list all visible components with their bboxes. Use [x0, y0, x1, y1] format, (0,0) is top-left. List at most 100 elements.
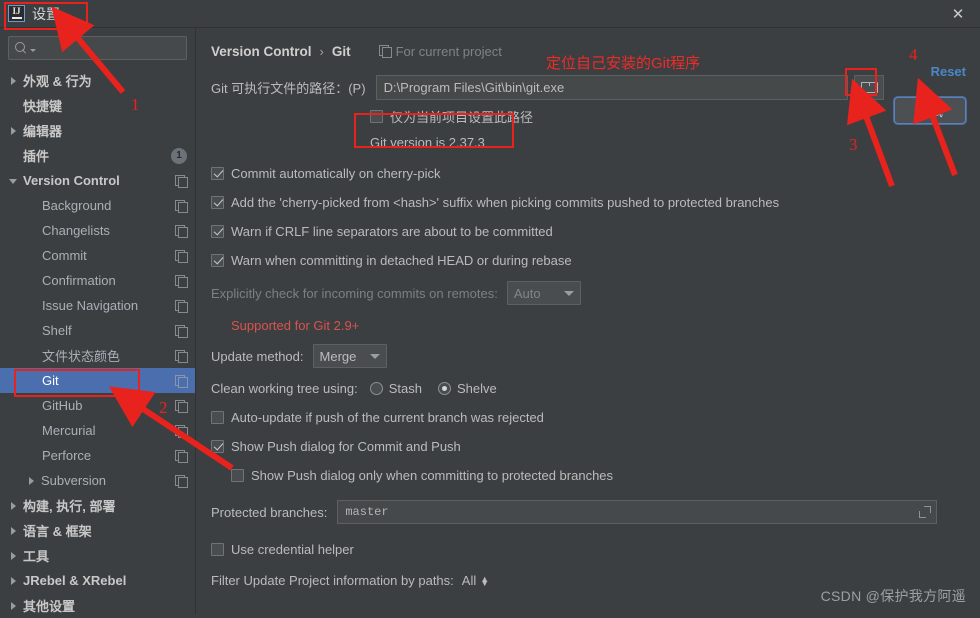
filter-paths-selector[interactable]: All ▲ ▼: [462, 573, 489, 588]
breadcrumb-root[interactable]: Version Control: [211, 44, 312, 59]
sidebar-item-languages-frameworks[interactable]: 语言 & 框架: [0, 518, 195, 543]
project-only-label: 仅为当前项目设置此路径: [390, 110, 534, 125]
explicit-check-dropdown[interactable]: Auto: [506, 281, 581, 305]
sidebar-item-commit[interactable]: Commit: [0, 243, 195, 268]
sidebar-item-label: 语言 & 框架: [23, 524, 92, 539]
checkbox-add-cherry-picked-suffix[interactable]: Add the 'cherry-picked from <hash>' suff…: [211, 191, 966, 213]
sidebar-item-label: JRebel & XRebel: [23, 573, 127, 588]
sidebar-item-issue-navigation[interactable]: Issue Navigation: [0, 293, 195, 318]
checkbox-input[interactable]: [211, 195, 224, 209]
radio-shelve[interactable]: [437, 382, 451, 395]
git-path-input[interactable]: D:\Program Files\Git\bin\git.exe: [375, 75, 848, 100]
chevron-right-icon[interactable]: [8, 500, 20, 512]
expand-icon[interactable]: [919, 506, 932, 518]
annotation-number-2: 2: [159, 398, 168, 417]
sidebar-item-changelists[interactable]: Changelists: [0, 218, 195, 243]
sidebar-item-label: GitHub: [42, 398, 83, 413]
chevron-right-icon[interactable]: [26, 475, 38, 487]
folder-icon: [861, 82, 879, 93]
checkbox-show-push-dialog-protected[interactable]: Show Push dialog only when committing to…: [231, 464, 966, 486]
reset-link[interactable]: Reset: [931, 64, 966, 79]
chevron-down-icon[interactable]: [8, 175, 20, 187]
sidebar-item-label: Commit: [42, 248, 87, 263]
checkbox-warn-detached-head[interactable]: Warn when committing in detached HEAD or…: [211, 249, 966, 271]
sidebar-item-file-status-colors[interactable]: 文件状态颜色: [0, 343, 195, 368]
copy-icon: [175, 199, 188, 213]
chevron-right-icon[interactable]: [8, 75, 20, 87]
browse-folder-button[interactable]: [853, 75, 884, 100]
sidebar-item-mercurial[interactable]: Mercurial: [0, 418, 195, 443]
sidebar-item-appearance[interactable]: 外观 & 行为: [0, 68, 195, 93]
annotation-number-4: 4: [909, 45, 918, 64]
sidebar-item-build-execution-deployment[interactable]: 构建, 执行, 部署: [0, 493, 195, 518]
copy-icon: [175, 374, 188, 388]
sidebar-item-subversion[interactable]: Subversion: [0, 468, 195, 493]
checkbox-input[interactable]: [211, 439, 224, 453]
radio-stash-label: Stash: [388, 381, 422, 396]
for-current-project-text: For current project: [395, 43, 502, 59]
checkbox-warn-crlf[interactable]: Warn if CRLF line separators are about t…: [211, 220, 966, 242]
sidebar-item-version-control[interactable]: Version Control: [0, 168, 195, 193]
settings-sidebar: 外观 & 行为 快捷键 编辑器 插件 1 Version Control Bac…: [0, 28, 196, 614]
copy-icon: [175, 324, 188, 338]
checkbox-use-credential-helper[interactable]: Use credential helper: [211, 538, 966, 560]
protected-branches-row: Protected branches: master: [211, 500, 966, 524]
checkbox-label: Commit automatically on cherry-pick: [231, 165, 441, 181]
checkbox-auto-update-push-rejected[interactable]: Auto-update if push of the current branc…: [211, 406, 966, 428]
checkbox-commit-automatically[interactable]: Commit automatically on cherry-pick: [211, 162, 966, 184]
copy-icon: [175, 299, 188, 313]
sidebar-item-perforce[interactable]: Perforce: [0, 443, 195, 468]
project-only-checkbox[interactable]: [370, 110, 383, 123]
chevron-right-icon[interactable]: [8, 125, 20, 137]
chevron-right-icon[interactable]: [8, 525, 20, 537]
sidebar-item-label: 工具: [23, 549, 50, 564]
checkbox-label: Show Push dialog only when committing to…: [251, 467, 614, 483]
protected-branches-label: Protected branches:: [211, 504, 328, 520]
chevron-right-icon[interactable]: [8, 600, 20, 612]
search-icon: [15, 41, 28, 55]
project-only-checkbox-row[interactable]: 仅为当前项目设置此路径: [370, 107, 966, 126]
for-current-project-label: For current project: [378, 43, 502, 59]
sidebar-item-tools[interactable]: 工具: [0, 543, 195, 568]
radio-shelve-label: Shelve: [456, 381, 497, 396]
sidebar-item-confirmation[interactable]: Confirmation: [0, 268, 195, 293]
sidebar-item-label: 构建, 执行, 部署: [23, 499, 116, 514]
checkbox-input[interactable]: [231, 468, 244, 482]
sidebar-item-other-settings[interactable]: 其他设置: [0, 593, 195, 618]
checkbox-input[interactable]: [211, 253, 224, 267]
checkbox-input[interactable]: [211, 224, 224, 238]
git-path-row: Git 可执行文件的路径：(P) D:\Program Files\Git\bi…: [211, 75, 966, 100]
sidebar-item-label: Subversion: [41, 473, 107, 488]
clean-working-tree-row: Clean working tree using: Stash Shelve: [211, 381, 966, 396]
search-input[interactable]: [8, 36, 187, 60]
sidebar-item-shelf[interactable]: Shelf: [0, 318, 195, 343]
breadcrumb-separator: ›: [319, 43, 324, 59]
breadcrumb-current: Git: [331, 43, 351, 59]
chevron-right-icon[interactable]: [8, 575, 20, 587]
sidebar-item-label: Issue Navigation: [42, 298, 139, 313]
update-method-dropdown[interactable]: Merge: [312, 344, 387, 368]
sidebar-item-label: 文件状态颜色: [42, 349, 121, 364]
chevron-down-icon: [369, 353, 380, 359]
checkbox-input[interactable]: [211, 542, 224, 556]
test-button[interactable]: 测试: [894, 97, 966, 124]
close-icon[interactable]: ✕: [948, 4, 968, 24]
chevron-right-icon[interactable]: [8, 550, 20, 562]
radio-stash[interactable]: [369, 382, 383, 395]
sidebar-item-plugins[interactable]: 插件 1: [0, 143, 195, 168]
supported-git-note: Supported for Git 2.9+: [231, 318, 360, 333]
protected-branches-input[interactable]: master: [337, 500, 938, 524]
checkbox-label: Warn when committing in detached HEAD or…: [231, 252, 572, 268]
sidebar-item-jrebel-xrebel[interactable]: JRebel & XRebel: [0, 568, 195, 593]
copy-icon: [175, 224, 188, 238]
sidebar-item-git[interactable]: Git: [0, 368, 195, 393]
checkbox-input[interactable]: [211, 410, 224, 424]
sidebar-item-label: Background: [42, 198, 112, 213]
checkbox-show-push-dialog[interactable]: Show Push dialog for Commit and Push: [211, 435, 966, 457]
checkbox-input[interactable]: [211, 166, 224, 180]
settings-dialog: IJ 设置 ✕ 外观 & 行为 快捷键 编辑器 插件 1 Version Con…: [0, 0, 980, 614]
sidebar-item-background[interactable]: Background: [0, 193, 195, 218]
protected-branches-value: master: [345, 505, 389, 519]
sidebar-item-keymap[interactable]: 快捷键: [0, 93, 195, 118]
sidebar-item-editor[interactable]: 编辑器: [0, 118, 195, 143]
